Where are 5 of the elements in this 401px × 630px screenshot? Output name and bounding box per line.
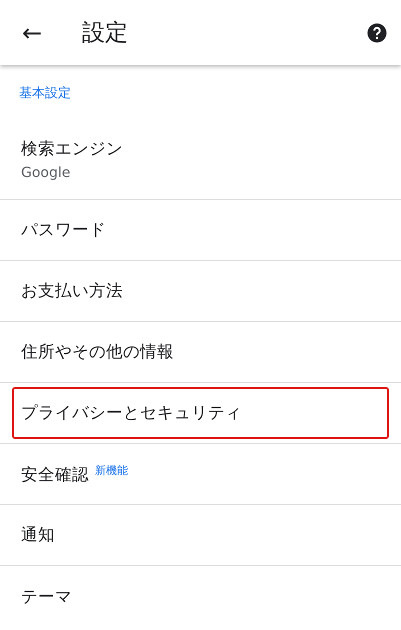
section-header: 基本設定 (18, 84, 72, 102)
settings-item[interactable]: プライバシーとセキュリティ (12, 387, 389, 439)
page-title: 設定 (82, 19, 129, 48)
help-icon[interactable] (367, 22, 387, 42)
back-button[interactable]: ← (18, 16, 46, 48)
